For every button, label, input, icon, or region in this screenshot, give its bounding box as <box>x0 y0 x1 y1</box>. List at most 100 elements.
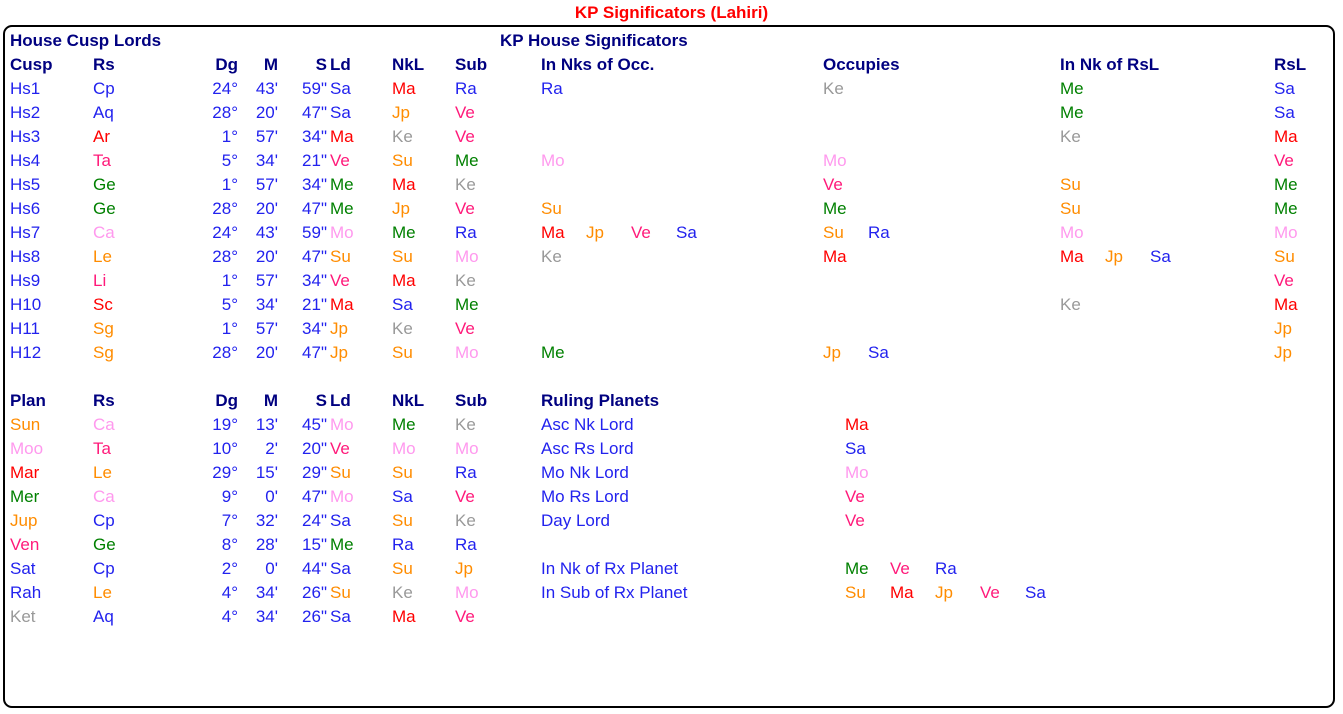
cusp-second: 47" <box>302 103 327 122</box>
cusp-degree: 1° <box>221 319 238 338</box>
planet-sign-lord: Ve <box>330 439 350 458</box>
planet-token: Ve <box>890 559 910 578</box>
cusp-sign: Ge <box>93 175 116 194</box>
planet-name: Ven <box>10 535 40 554</box>
cusp-rsl: Su <box>1274 247 1295 266</box>
cusp-sign-lord: Jp <box>330 343 348 362</box>
cusp-label: Hs4 <box>10 151 41 170</box>
cusp-sign: Cp <box>93 79 115 98</box>
cusp-label: Hs3 <box>10 127 41 146</box>
cusp-star-lord: Jp <box>392 103 410 122</box>
planet-degree: 19° <box>212 415 238 434</box>
cusp-degree: 24° <box>212 223 238 242</box>
cusp-sub-lord: Ve <box>455 127 475 146</box>
section-title-ruling-planets: Ruling Planets <box>541 391 660 410</box>
cusp-label: Hs7 <box>10 223 41 242</box>
cusp-in-nks-of-occ: Me <box>541 343 586 363</box>
cusp-star-lord: Su <box>392 151 413 170</box>
planet-sign-lord: Sa <box>330 511 351 530</box>
planet-token: Ve <box>980 583 1000 602</box>
planet-star-lord: Ma <box>392 607 416 626</box>
cusp-in-nk-of-rsl: Ma Jp Sa <box>1060 247 1195 267</box>
cusp-degree: 1° <box>221 271 238 290</box>
cusp-sub-lord: Mo <box>455 343 479 362</box>
planet-name: Mer <box>10 487 40 506</box>
cusp-sub-lord: Ve <box>455 319 475 338</box>
cusp-sign-lord: Jp <box>330 319 348 338</box>
kp-significators-page: KP Significators (Lahiri) House Cusp Lor… <box>0 0 1343 714</box>
planet-star-lord: Sa <box>392 487 413 506</box>
planet-minute: 28' <box>255 535 278 554</box>
planet-token: Su <box>845 583 866 602</box>
cusp-sub-lord: Ra <box>455 79 477 98</box>
cusp-sub-lord: Ve <box>455 103 475 122</box>
planet-star-lord: Mo <box>392 439 416 458</box>
planet-second: 29" <box>302 463 327 482</box>
planet-degree: 4° <box>221 583 238 602</box>
column-header-nkl: NkL <box>392 55 425 74</box>
ruling-planet-value: Ve <box>845 511 890 531</box>
planet-sign-lord: Mo <box>330 415 354 434</box>
cusp-rsl: Me <box>1274 199 1298 218</box>
cusp-star-lord: Ma <box>392 79 416 98</box>
planet-sign: Ca <box>93 487 115 506</box>
cusp-sub-lord: Me <box>455 151 479 170</box>
planet-sign: Le <box>93 583 112 602</box>
planet-star-lord: Ke <box>392 583 413 602</box>
planet-second: 26" <box>302 607 327 626</box>
cusp-star-lord: Ma <box>392 175 416 194</box>
planet-name: Jup <box>10 511 38 530</box>
planet-token: Jp <box>586 223 604 242</box>
planet-name: Sun <box>10 415 41 434</box>
planet-sub-lord: Ve <box>455 487 475 506</box>
cusp-sign: Sg <box>93 343 114 362</box>
planet-minute: 15' <box>255 463 278 482</box>
planet-sub-lord: Ke <box>455 511 476 530</box>
planet-second: 20" <box>302 439 327 458</box>
planet-sub-lord: Mo <box>455 583 479 602</box>
cusp-occupies: Su Ra <box>823 223 913 243</box>
column-header-sub: Sub <box>455 55 488 74</box>
cusp-sign: Li <box>93 271 107 290</box>
cusp-sign-lord: Sa <box>330 103 351 122</box>
cusp-label: Hs2 <box>10 103 41 122</box>
planet-minute: 2' <box>265 439 278 458</box>
cusp-star-lord: Sa <box>392 295 413 314</box>
cusp-in-nks-of-occ: Su <box>541 199 586 219</box>
planet-second: 24" <box>302 511 327 530</box>
planet-minute: 34' <box>255 583 278 602</box>
planet-token: Ma <box>1060 247 1084 266</box>
planet-sub-lord: Ra <box>455 463 477 482</box>
cusp-second: 47" <box>302 343 327 362</box>
cusp-occupies: Ke <box>823 79 868 99</box>
planet-sign: Cp <box>93 511 115 530</box>
cusp-second: 34" <box>302 319 327 338</box>
planet-token: Ma <box>890 583 914 602</box>
planet-star-lord: Su <box>392 463 413 482</box>
planet-token: Mo <box>541 151 565 170</box>
cusp-degree: 1° <box>221 175 238 194</box>
column-header-m: M <box>263 55 278 74</box>
planet-degree: 29° <box>212 463 238 482</box>
cusp-label: Hs6 <box>10 199 41 218</box>
planet-degree: 2° <box>221 559 238 578</box>
cusp-star-lord: Ke <box>392 319 413 338</box>
cusp-sign: Aq <box>93 103 114 122</box>
planet-sub-lord: Ke <box>455 415 476 434</box>
planet-token: Jp <box>1105 247 1123 266</box>
cusp-label: H12 <box>10 343 42 362</box>
planet-token: Ve <box>845 511 865 530</box>
column-header-plan-nkl: NkL <box>392 391 425 410</box>
planet-sign: Cp <box>93 559 115 578</box>
cusp-rsl: Ma <box>1274 127 1298 146</box>
planet-degree: 9° <box>221 487 238 506</box>
cusp-degree: 28° <box>212 343 238 362</box>
cusp-minute: 34' <box>255 151 278 170</box>
ruling-planet-value: Sa <box>845 439 890 459</box>
planet-token: Su <box>1060 199 1081 218</box>
planet-token: Ve <box>631 223 651 242</box>
planet-degree: 7° <box>221 511 238 530</box>
cusp-second: 34" <box>302 127 327 146</box>
cusp-in-nk-of-rsl: Mo <box>1060 223 1105 243</box>
cusp-in-nk-of-rsl: Su <box>1060 175 1105 195</box>
